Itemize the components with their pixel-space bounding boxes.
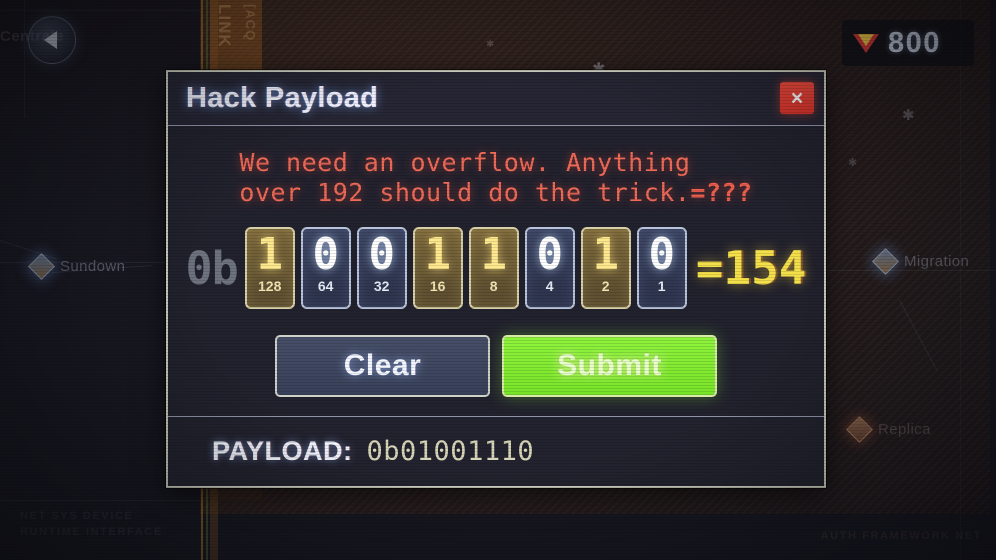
- payload-footer: PAYLOAD: 0b01001110: [168, 416, 824, 486]
- game-screen: LINK [ACQ Centrale Warehouse Cold Storag…: [0, 0, 996, 560]
- bit-toggle-8[interactable]: 1 8: [468, 227, 519, 309]
- map-node-migration[interactable]: Migration: [872, 248, 970, 275]
- bit-value: 1: [424, 229, 451, 280]
- hud-line: NET SYS DEVICE: [20, 510, 134, 522]
- prompt-text: We need an overflow. Anything over 192 s…: [239, 148, 752, 207]
- gem-icon: [853, 33, 879, 53]
- prompt-line-2: over 192 should do the trick.: [239, 177, 691, 207]
- prompt-line-1: We need an overflow. Anything: [239, 148, 691, 177]
- map-gridline: [0, 10, 200, 11]
- bit-weight: 16: [429, 277, 446, 294]
- currency-indicator[interactable]: 800: [842, 20, 974, 66]
- bit-weight: 1: [657, 277, 666, 294]
- map-gridline: [0, 500, 200, 501]
- clear-button[interactable]: Clear: [275, 335, 490, 397]
- bit-value: 1: [256, 229, 283, 280]
- bit-toggle-128[interactable]: 1 128: [244, 227, 295, 309]
- prompt-container: We need an overflow. Anything over 192 s…: [168, 126, 824, 207]
- node-diamond-icon: [28, 253, 55, 280]
- dialog-title: Hack Payload: [186, 82, 379, 114]
- hud-text-bottom-right: AUTH FRAMEWORK NET: [821, 530, 982, 546]
- payload-label: PAYLOAD:: [212, 436, 353, 466]
- bit-weight: 128: [258, 277, 282, 294]
- submit-button[interactable]: Submit: [502, 335, 717, 397]
- bit-value: 0: [648, 229, 675, 280]
- binary-prefix: 0b: [185, 241, 239, 295]
- back-button[interactable]: [28, 16, 76, 64]
- binary-input-row: 0b 1 128 0 64 0 32 1 16 1 8 0 4 1 2 0 1 …: [185, 227, 807, 309]
- bit-weight: 32: [373, 277, 390, 294]
- hud-text-bottom-left: NET SYS DEVICE RUNTIME INTERFACE: [20, 510, 200, 542]
- bit-toggle-4[interactable]: 0 4: [524, 227, 575, 309]
- bit-value: 0: [368, 229, 395, 280]
- currency-value: 800: [888, 26, 941, 59]
- dialog-button-row: Clear Submit: [275, 335, 717, 397]
- bit-value: 1: [592, 229, 619, 280]
- bit-toggle-2[interactable]: 1 2: [580, 227, 631, 309]
- bit-value: 0: [536, 229, 563, 280]
- equals-sign: =: [695, 241, 724, 295]
- sparkle-icon: ✱: [486, 39, 495, 50]
- map-node-replica[interactable]: Replica: [846, 416, 931, 443]
- bit-weight: 2: [601, 277, 610, 294]
- node-diamond-icon: [846, 416, 873, 443]
- background-vertical-label-2: [ACQ: [243, 4, 258, 42]
- dialog-body: We need an overflow. Anything over 192 s…: [168, 126, 824, 416]
- bit-toggle-32[interactable]: 0 32: [356, 227, 407, 309]
- map-gridline: [24, 0, 25, 118]
- dialog-titlebar: Hack Payload ×: [168, 72, 824, 126]
- payload-value: 0b01001110: [366, 436, 535, 467]
- bit-value: 1: [480, 229, 507, 280]
- hud-line: RUNTIME INTERFACE: [20, 526, 163, 538]
- decimal-result: =154: [696, 245, 807, 291]
- prompt-suffix: =???: [690, 177, 753, 207]
- background-vertical-label-1: LINK: [215, 4, 234, 48]
- bit-value: 0: [312, 229, 339, 280]
- bit-weight: 64: [317, 277, 334, 294]
- close-icon[interactable]: ×: [780, 82, 814, 114]
- back-arrow-icon: [43, 31, 57, 49]
- bit-toggle-16[interactable]: 1 16: [412, 227, 463, 309]
- hud-line: AUTH FRAMEWORK NET: [820, 530, 982, 542]
- sparkle-icon: ✱: [848, 157, 858, 169]
- map-gridline: [960, 0, 961, 560]
- bit-toggle-1[interactable]: 0 1: [636, 227, 687, 309]
- bit-toggle-64[interactable]: 0 64: [300, 227, 351, 309]
- map-node-label: Sundown: [60, 258, 126, 275]
- bit-weight: 4: [545, 277, 554, 294]
- node-diamond-icon: [872, 248, 899, 275]
- sparkle-icon: ✱: [902, 107, 915, 124]
- map-node-label: Migration: [904, 253, 970, 270]
- hack-payload-dialog: Hack Payload × We need an overflow. Anyt…: [166, 70, 826, 488]
- map-node-label: Replica: [878, 421, 931, 438]
- map-node-sundown[interactable]: Sundown: [28, 253, 126, 280]
- bit-weight: 8: [489, 277, 498, 294]
- decimal-value: 154: [723, 241, 807, 295]
